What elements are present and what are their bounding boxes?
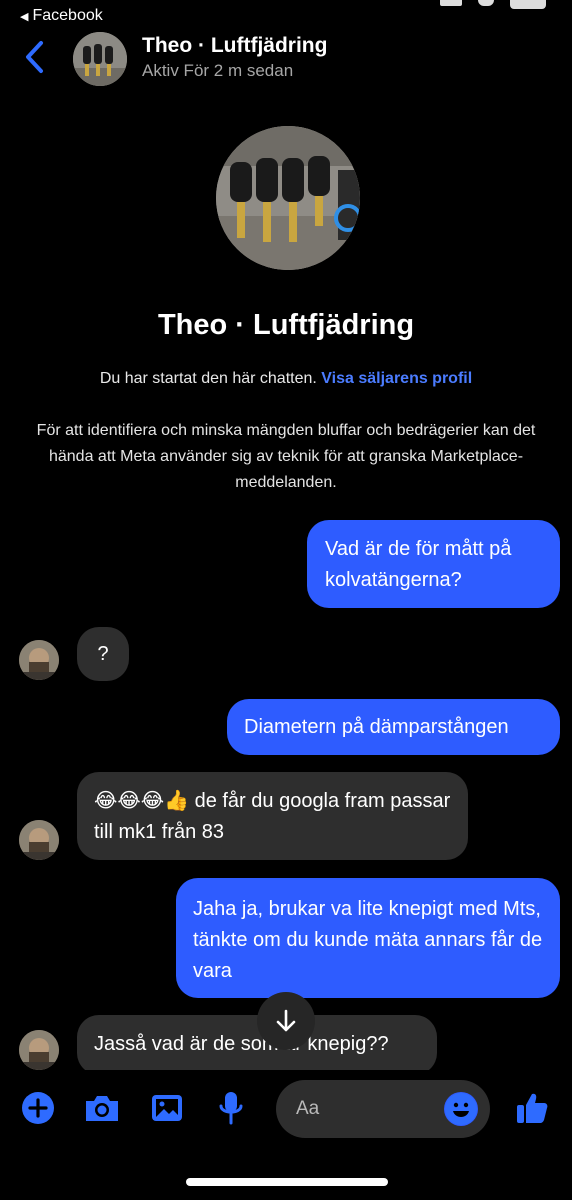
camera-button[interactable] [82,1088,122,1128]
back-triangle-icon: ◀ [20,10,29,23]
sender-avatar[interactable] [19,1030,59,1070]
seller-profile-link[interactable]: Visa säljarens profil [321,370,472,387]
image-icon [152,1095,182,1121]
thumbs-up-icon [517,1093,548,1123]
header-contact-name[interactable]: Theo · Luftfjädring [142,34,327,58]
sender-photo [19,1030,59,1070]
profile-name: Theo · Luftfjädring [157,309,415,341]
back-app-label: Facebook [32,7,103,24]
like-button[interactable] [512,1088,552,1128]
signal-icon [440,0,462,6]
wifi-icon [478,0,494,6]
microphone-icon [219,1092,243,1125]
message-input[interactable] [296,1092,436,1126]
camera-icon [86,1096,118,1121]
home-indicator [186,1178,388,1186]
sender-photo [19,820,59,860]
message-input-container[interactable] [276,1080,490,1138]
marketplace-disclaimer: För att identifiera och minska mängden b… [36,422,536,491]
sender-avatar[interactable] [19,640,59,680]
profile-avatar[interactable] [216,126,360,270]
message-incoming[interactable]: 😂😂😂👍 de får du googla fram passar till m… [77,772,468,860]
air-suspension-photo-large [216,126,360,270]
header-avatar[interactable] [73,32,127,86]
chat-started-notice: Du har startat den här chatten. Visa säl… [0,370,572,388]
sender-photo [19,640,59,680]
air-suspension-photo [73,32,127,86]
plus-icon [22,1092,54,1124]
gallery-button[interactable] [147,1088,187,1128]
header-active-status: Aktiv För 2 m sedan [142,61,294,80]
message-outgoing[interactable]: Diametern på dämparstången [227,699,560,755]
message-outgoing[interactable]: Vad är de för mått på kolvatängerna? [307,520,560,608]
plus-button[interactable] [18,1088,58,1128]
scroll-to-bottom-button[interactable] [257,992,315,1050]
sender-avatar[interactable] [19,820,59,860]
back-chevron-icon [26,41,43,73]
voice-message-button[interactable] [211,1088,251,1128]
message-incoming[interactable]: ? [77,627,129,681]
chat-header: Theo · Luftfjädring Aktiv För 2 m sedan [0,30,572,92]
battery-icon [510,0,546,9]
message-composer [0,1070,572,1150]
message-outgoing[interactable]: Jaha ja, brukar va lite knepigt med Mts,… [176,878,560,998]
emoji-icon [445,1093,477,1125]
back-button[interactable] [22,40,48,74]
back-to-app-link[interactable]: ◀ Facebook [20,7,103,25]
arrow-down-icon [276,1009,296,1032]
chat-started-text: Du har startat den här chatten. [99,370,317,387]
status-bar: ◀ Facebook [0,0,572,32]
status-icons [440,0,546,9]
emoji-button[interactable] [444,1092,478,1126]
